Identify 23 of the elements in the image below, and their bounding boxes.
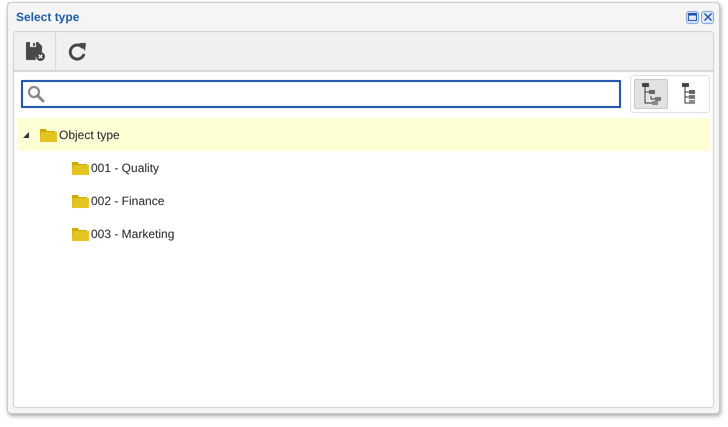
tree-row[interactable]: Object type [17, 118, 710, 151]
tree-view-button[interactable] [634, 79, 668, 109]
tree-row[interactable]: 002 - Finance [17, 184, 710, 217]
window-title: Select type [16, 10, 80, 24]
floppy-disk-icon [24, 40, 46, 62]
close-button[interactable] [701, 10, 714, 24]
search-icon [27, 85, 45, 103]
tree-item-label: Object type [59, 128, 120, 142]
tree-row[interactable]: 001 - Quality [17, 151, 710, 184]
tree-row[interactable]: 003 - Marketing [17, 217, 710, 250]
close-icon [704, 13, 712, 21]
tree-item-label: 001 - Quality [91, 160, 160, 174]
maximize-button[interactable] [686, 10, 699, 24]
folder-icon [72, 226, 89, 240]
tree-icon [640, 82, 662, 106]
folder-icon [72, 160, 89, 174]
search-field[interactable] [21, 80, 621, 108]
folder-icon [40, 128, 57, 142]
tree-item-label: 002 - Finance [91, 194, 164, 208]
folder-icon [72, 194, 89, 208]
maximize-icon [688, 13, 697, 21]
refresh-icon [66, 40, 88, 62]
tree-item-label: 003 - Marketing [91, 226, 174, 240]
